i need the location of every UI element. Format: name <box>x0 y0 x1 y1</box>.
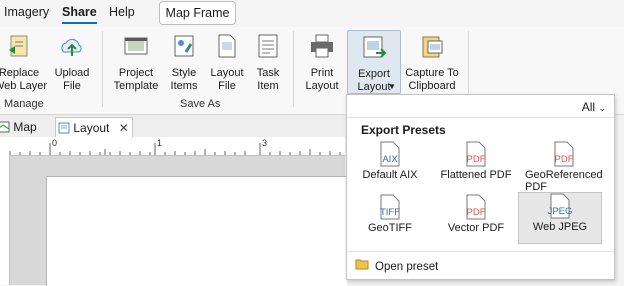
group-label-save-as: Save As <box>180 98 221 110</box>
task-item-button[interactable]: Task Item <box>252 30 284 94</box>
ruler-label: 3 <box>262 138 268 148</box>
preset-label: Default AIX <box>362 169 418 181</box>
print-layout-button[interactable]: Print Layout <box>302 30 342 94</box>
preset-default-aix[interactable]: AIX Default AIX <box>349 141 431 191</box>
project-template-label: Project Template <box>113 67 159 92</box>
doc-tab-map[interactable]: Map <box>0 117 50 137</box>
export-layout-button[interactable]: Export Layout ▼ <box>347 30 401 94</box>
project-template-button[interactable]: Project Template <box>112 30 160 94</box>
layout-file-icon <box>218 34 236 58</box>
group-label-manage: Manage <box>4 98 44 110</box>
task-item-label: Task Item <box>256 67 280 92</box>
group-separator <box>293 31 294 107</box>
upload-file-icon <box>61 38 82 56</box>
print-layout-label: Print Layout <box>305 67 339 92</box>
capture-to-clipboard-label: Capture To Clipboard <box>405 67 459 92</box>
preset-label: Flattened PDF <box>440 169 512 181</box>
group-separator <box>102 31 103 107</box>
open-preset-item[interactable]: Open preset <box>375 261 438 273</box>
preset-label: Web JPEG <box>532 221 588 233</box>
layout-icon <box>58 122 70 134</box>
export-layout-icon <box>363 36 387 58</box>
tab-share[interactable]: Share <box>62 5 97 24</box>
divider <box>347 117 614 118</box>
project-template-icon <box>124 37 148 55</box>
folder-icon <box>355 259 369 270</box>
presets-heading: Export Presets <box>361 123 446 137</box>
pdf-file-icon: PDF <box>553 141 575 167</box>
clipboard-icon <box>422 36 443 58</box>
horizontal-ruler: 0 1 3 <box>0 137 345 156</box>
tiff-file-icon: TIFF <box>379 194 401 220</box>
ribbon-tab-bar: Imagery Share Help Map Frame <box>0 0 624 27</box>
pdf-file-icon: PDF <box>465 141 487 167</box>
replace-web-layer-label: Replace Web Layer <box>0 67 47 92</box>
vertical-ruler <box>0 155 10 285</box>
chevron-down-icon: ▼ <box>388 82 396 91</box>
upload-file-label: Upload File <box>54 67 90 92</box>
doc-tab-map-label: Map <box>13 120 37 134</box>
map-icon <box>0 121 10 133</box>
style-items-label: Style Items <box>170 67 198 92</box>
layout-page[interactable] <box>46 176 347 286</box>
ruler-label: 1 <box>157 138 163 148</box>
tab-help[interactable]: Help <box>109 5 135 19</box>
upload-file-button[interactable]: Upload File <box>50 30 94 94</box>
ruler-label: 0 <box>52 138 58 148</box>
replace-web-layer-button[interactable]: Replace Web Layer <box>0 30 47 94</box>
export-presets-dropdown: All ⌄ Export Presets AIX Default AIX PDF… <box>346 94 615 280</box>
preset-label: GeoReferenced PDF <box>525 169 603 193</box>
preset-georeferenced-pdf[interactable]: PDF GeoReferenced PDF <box>519 141 609 193</box>
style-items-icon <box>174 35 194 57</box>
doc-tab-layout[interactable]: Layout ✕ <box>55 117 133 138</box>
document-tab-bar: Map Layout ✕ <box>0 115 345 138</box>
close-icon[interactable]: ✕ <box>119 121 129 135</box>
preset-label: Vector PDF <box>447 222 505 234</box>
tab-imagery[interactable]: Imagery <box>4 5 49 19</box>
capture-to-clipboard-button[interactable]: Capture To Clipboard <box>404 30 460 94</box>
preset-flattened-pdf[interactable]: PDF Flattened PDF <box>435 141 517 191</box>
filter-dropdown[interactable]: All ⌄ <box>582 100 606 114</box>
filter-value: All <box>581 100 596 114</box>
tab-map-frame[interactable]: Map Frame <box>159 1 236 25</box>
task-item-icon <box>258 34 278 58</box>
jpeg-file-icon: JPEG <box>548 193 572 219</box>
preset-label: GeoTIFF <box>367 222 412 234</box>
preset-vector-pdf[interactable]: PDF Vector PDF <box>435 194 517 244</box>
style-items-button[interactable]: Style Items <box>166 30 202 94</box>
doc-tab-layout-label: Layout <box>73 121 110 135</box>
pdf-file-icon: PDF <box>465 194 487 220</box>
chevron-down-icon: ⌄ <box>598 103 606 113</box>
divider <box>347 251 614 252</box>
layout-file-label: Layout File <box>210 67 244 92</box>
preset-web-jpeg[interactable]: JPEG Web JPEG <box>518 192 602 244</box>
replace-web-layer-icon <box>9 35 28 57</box>
preset-geotiff[interactable]: TIFF GeoTIFF <box>349 194 431 244</box>
printer-icon <box>311 34 333 58</box>
layout-file-button[interactable]: Layout File <box>208 30 246 94</box>
aix-file-icon: AIX <box>379 141 401 167</box>
